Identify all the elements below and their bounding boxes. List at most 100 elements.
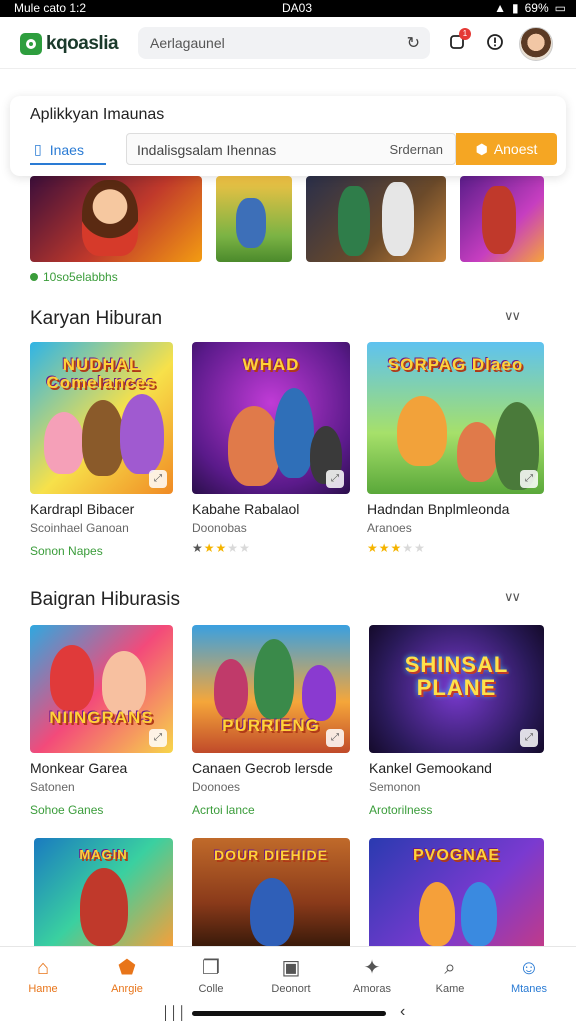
star-icon: ★ (414, 541, 426, 555)
nav-item-profile[interactable]: ☺ Mtanes (494, 955, 564, 995)
chevron-down-icon[interactable]: ∨∨ (504, 589, 521, 605)
section-title: Baigran Hiburasis (30, 589, 180, 610)
battery-icon: ▭ (554, 1, 566, 15)
game-name: Canaen Gecrob lersde (192, 760, 333, 776)
character-figure (419, 882, 455, 946)
nav-label: Deonort (271, 983, 311, 995)
character-figure (461, 882, 497, 946)
game-art: PURRIENG ⤢ (192, 625, 350, 753)
expand-icon[interactable]: ⤢ (149, 729, 167, 747)
user-icon: ☺ (518, 957, 540, 979)
character-figure (236, 198, 266, 248)
chevron-down-icon[interactable]: ∨∨ (504, 308, 521, 324)
game-art: NUDHAL Comelances ⤢ (30, 342, 173, 494)
nav-label: Amoras (353, 983, 391, 995)
featured-thumb[interactable] (460, 176, 544, 262)
expand-icon[interactable]: ⤢ (149, 470, 167, 488)
featured-thumb[interactable] (30, 176, 202, 262)
status-indicators: ▲ ▮ 69% ▭ (494, 1, 566, 15)
game-subtitle: Aranoes (367, 521, 412, 535)
status-carrier-time: Mule cato 1:2 (14, 1, 87, 15)
nav-item-collection[interactable]: ❐ Colle (176, 955, 246, 995)
game-name: Kabahe Rabalaol (192, 501, 300, 517)
character-figure (50, 645, 94, 711)
nav-label: Mtanes (510, 983, 548, 995)
featured-thumb[interactable] (216, 176, 292, 262)
game-subtitle: Satonen (30, 780, 75, 794)
cards-icon: ❐ (202, 957, 220, 979)
character-figure (482, 186, 516, 254)
game-tag[interactable]: Sonon Napes (30, 544, 173, 558)
star-icon: ★ (239, 541, 251, 555)
popup-action-label: Anoest (493, 141, 538, 157)
recents-icon[interactable]: │││ (162, 1005, 186, 1020)
nav-item-search[interactable]: ⌕ Kame (415, 955, 485, 995)
search-bar[interactable]: Aerlagaunel ↻ (138, 27, 430, 59)
popup-search-field[interactable]: Indalisgsalam Ihennas Srdernan (126, 133, 456, 165)
game-card[interactable]: MAGIN (34, 838, 173, 946)
nav-label: Colle (198, 983, 224, 995)
game-art-title: NUDHAL Comelances (46, 354, 157, 392)
star-icon: ★ (227, 541, 240, 555)
nav-item-arcade[interactable]: ✦ Amoras (337, 955, 407, 995)
popup-field-suffix: Srdernan (389, 142, 443, 157)
game-card[interactable]: NIINGRANS ⤢ Monkear Garea Satonen Sohoe … (30, 625, 173, 817)
character-figure (397, 396, 447, 466)
nav-label: Kame (435, 983, 465, 995)
strip-caption-text: 10so5elabbhs (43, 270, 118, 284)
status-clock: DA03 (282, 1, 313, 15)
tab-label: Inaes (49, 141, 84, 158)
user-avatar[interactable] (519, 27, 553, 61)
game-name: Monkear Garea (30, 760, 128, 776)
nav-label: Hame (28, 983, 58, 995)
star-icon: ★ (192, 541, 204, 555)
game-tag[interactable]: Acrtoi lance (192, 803, 350, 817)
home-filled-icon: ⬟ (118, 957, 136, 979)
game-card[interactable]: SHINSAL PLANE ⤢ Kankel Gemookand Semonon… (369, 625, 544, 817)
game-name: Kardrapl Bibacer (30, 501, 135, 517)
nav-item-games[interactable]: ⬟ Anrgie (92, 955, 162, 995)
tab-items[interactable]: ▯ Inaes (34, 141, 84, 158)
star-icon: ★ (367, 541, 379, 555)
game-card[interactable]: DOUR DIEHIDE (192, 838, 350, 946)
game-card[interactable]: PVOGNAE (369, 838, 544, 946)
popup-action-button[interactable]: ⬢ Anoest (456, 133, 557, 165)
game-tag[interactable]: Arotorilness (369, 803, 544, 817)
expand-icon[interactable]: ⤢ (326, 729, 344, 747)
notification-button[interactable]: 1 (446, 28, 471, 55)
info-button[interactable] (484, 33, 506, 55)
cart-icon: ⬢ (475, 140, 488, 157)
game-card[interactable]: PURRIENG ⤢ Canaen Gecrob lersde Doonoes … (192, 625, 350, 817)
star-icon: ★ (203, 541, 216, 555)
logo-icon (20, 33, 42, 55)
character-figure (254, 639, 294, 719)
game-art: SORPAG Dlaeo ⤢ (367, 342, 544, 494)
game-subtitle: Semonon (369, 780, 421, 794)
game-tag[interactable]: Sohoe Ganes (30, 803, 173, 817)
expand-icon[interactable]: ⤢ (520, 470, 538, 488)
back-icon[interactable]: ‹ (400, 1003, 405, 1021)
game-card[interactable]: SORPAG Dlaeo ⤢ Hadndan Bnplmleonda Arano… (367, 342, 544, 555)
popup-field-value[interactable]: Indalisgsalam Ihennas (137, 142, 276, 158)
signal-icon: ▮ (512, 1, 519, 15)
nav-item-store[interactable]: ▣ Deonort (256, 955, 326, 995)
character-figure (102, 651, 146, 715)
game-card[interactable]: NUDHAL Comelances ⤢ Kardrapl Bibacer Sco… (30, 342, 173, 558)
app-logo[interactable]: kqoaslia (20, 33, 119, 55)
game-subtitle: Scoinhael Ganoan (30, 521, 129, 535)
popup-title: Aplikkyan Imaunas (30, 106, 165, 123)
game-art: NIINGRANS ⤢ (30, 625, 173, 753)
character-figure (274, 388, 314, 478)
expand-icon[interactable]: ⤢ (520, 729, 538, 747)
featured-thumb[interactable] (306, 176, 446, 262)
character-figure (302, 665, 336, 721)
nav-item-home[interactable]: ⌂ Hame (8, 955, 78, 995)
home-gesture-bar[interactable] (192, 1011, 386, 1016)
expand-icon[interactable]: ⤢ (326, 470, 344, 488)
game-card[interactable]: WHAD ⤢ Kabahe Rabalaol Doonobas ★★★★★ (192, 342, 350, 555)
search-input[interactable]: Aerlagaunel (150, 35, 225, 51)
refresh-icon[interactable]: ↻ (407, 33, 420, 53)
game-subtitle: Doonoes (192, 780, 241, 794)
character-figure (44, 412, 84, 474)
game-art-title: DOUR DIEHIDE (214, 846, 328, 863)
